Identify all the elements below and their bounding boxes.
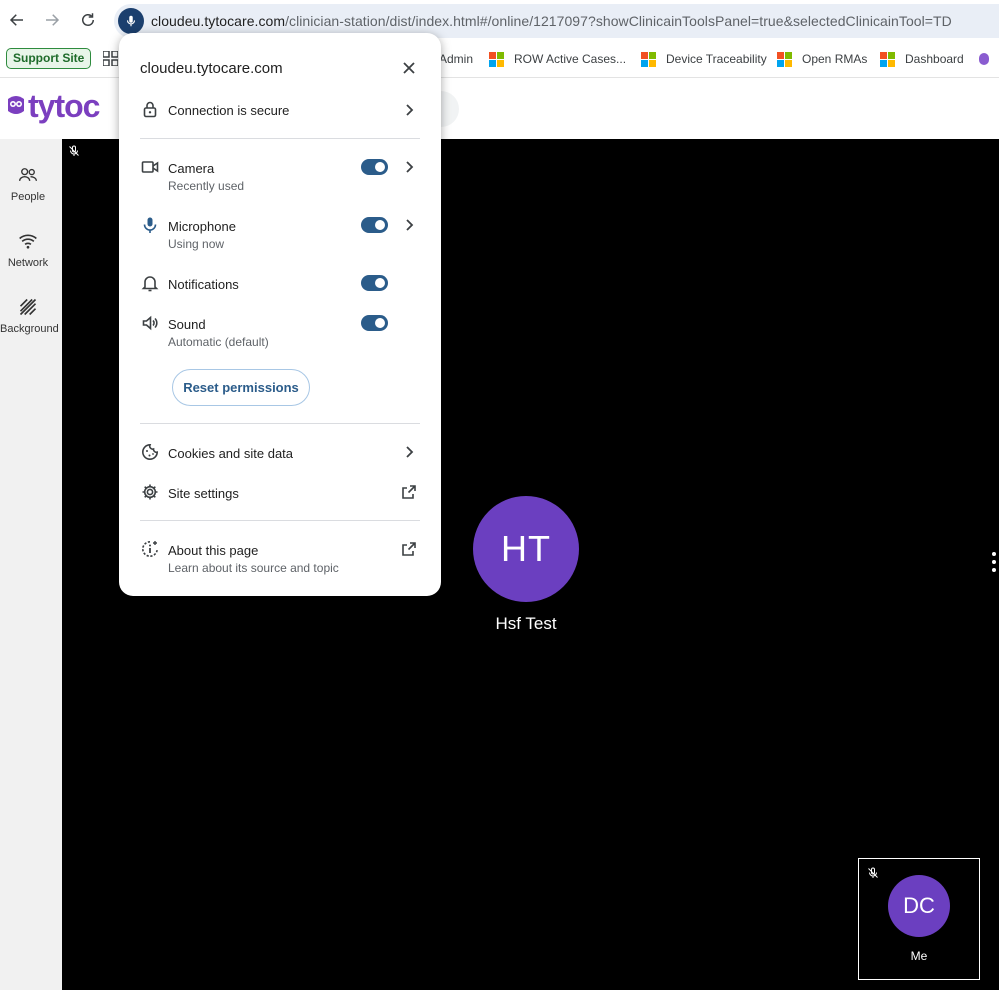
- cookies-label: Cookies and site data: [168, 446, 294, 461]
- bookmark-row-active-cases[interactable]: ROW Active Cases...: [489, 50, 626, 68]
- divider: [140, 423, 420, 424]
- more-options-icon[interactable]: [991, 552, 997, 578]
- bookmark-overflow[interactable]: [979, 50, 989, 68]
- microsoft-icon: [880, 51, 895, 67]
- divider: [140, 520, 420, 521]
- bookmark-dashboard-label: Dashboard: [905, 52, 964, 66]
- connection-row[interactable]: Connection is secure: [119, 99, 441, 121]
- microphone-icon: [143, 217, 157, 233]
- camera-permission-row[interactable]: Camera Recently used: [119, 158, 441, 194]
- participant-name: Hsf Test: [495, 614, 557, 633]
- sound-permission-row[interactable]: Sound Automatic (default): [119, 314, 441, 350]
- microsoft-icon: [641, 51, 656, 67]
- back-arrow-icon: [9, 14, 23, 26]
- microphone-permission-row[interactable]: Microphone Using now: [119, 216, 441, 252]
- bookmark-rmas-label: Open RMAs: [802, 52, 868, 66]
- open-external-icon: [402, 542, 416, 556]
- owl-logo-icon: [8, 95, 24, 114]
- about-page-row[interactable]: About this page Learn about its source a…: [119, 540, 441, 576]
- rail-item-network[interactable]: Network: [0, 231, 56, 269]
- about-info-icon: [142, 541, 158, 557]
- site-info-button[interactable]: [118, 8, 144, 34]
- camera-label: Camera: [168, 161, 215, 176]
- wifi-icon: [19, 234, 37, 249]
- site-settings-row[interactable]: Site settings: [119, 483, 441, 503]
- reset-permissions-button[interactable]: Reset permissions: [172, 369, 310, 406]
- bookmark-admin[interactable]: Admin: [439, 50, 473, 68]
- tytocare-logo: tytoc: [6, 88, 100, 125]
- reload-button[interactable]: [76, 8, 100, 32]
- bookmark-support-site[interactable]: Support Site: [6, 48, 92, 69]
- url-host: cloudeu.tytocare.com: [151, 13, 286, 29]
- camera-status: Recently used: [168, 179, 245, 193]
- mic-muted-icon: [69, 145, 79, 156]
- bookmark-device-traceability[interactable]: Device Traceability: [641, 50, 767, 68]
- tyto-bookmark-icon: [979, 53, 989, 65]
- notifications-permission-row[interactable]: Notifications: [119, 274, 441, 294]
- bookmark-device-label: Device Traceability: [666, 52, 767, 66]
- self-name: Me: [910, 949, 928, 963]
- close-icon[interactable]: [401, 60, 417, 76]
- left-rail: People Network Background: [0, 139, 62, 990]
- notifications-toggle[interactable]: [361, 275, 388, 291]
- url-path: /clinician-station/dist/index.html#/onli…: [285, 13, 952, 29]
- bookmark-admin-label: Admin: [439, 52, 474, 66]
- open-external-icon: [402, 485, 416, 499]
- rail-label-network: Network: [7, 257, 49, 269]
- cookies-row[interactable]: Cookies and site data: [119, 443, 441, 463]
- microphone-toggle[interactable]: [361, 217, 388, 233]
- popup-title: cloudeu.tytocare.com: [140, 60, 283, 77]
- url-text[interactable]: cloudeu.tytocare.com/clinician-station/d…: [151, 13, 952, 29]
- sound-label: Sound: [168, 317, 206, 332]
- gear-icon: [142, 484, 158, 500]
- apps-grid-icon[interactable]: [103, 51, 118, 66]
- bookmark-dashboard[interactable]: Dashboard: [880, 50, 964, 68]
- self-view-tile[interactable]: DC Me: [858, 858, 980, 980]
- bell-icon: [141, 276, 159, 292]
- site-info-popup: cloudeu.tytocare.com Connection is secur…: [119, 33, 441, 596]
- rail-item-background[interactable]: Background: [0, 297, 59, 335]
- microphone-icon: [126, 15, 136, 27]
- camera-toggle[interactable]: [361, 159, 388, 175]
- connection-label: Connection is secure: [168, 103, 290, 118]
- rail-label-people: People: [10, 191, 46, 203]
- microphone-label: Microphone: [168, 219, 236, 234]
- sound-toggle[interactable]: [361, 315, 388, 331]
- forward-button[interactable]: [40, 8, 64, 32]
- chevron-right-icon[interactable]: [402, 218, 416, 232]
- microsoft-icon: [489, 51, 504, 67]
- microphone-status: Using now: [168, 237, 225, 251]
- chevron-right-icon: [406, 104, 414, 116]
- lock-icon: [143, 101, 157, 118]
- logo-text: tytoc: [28, 88, 100, 124]
- cookie-icon: [142, 443, 159, 460]
- divider: [140, 138, 420, 139]
- chevron-right-icon[interactable]: [402, 160, 416, 174]
- forward-arrow-icon: [46, 14, 60, 26]
- about-page-sub: Learn about its source and topic: [168, 561, 339, 575]
- about-page-label: About this page: [168, 543, 259, 558]
- background-icon: [19, 298, 37, 316]
- bookmark-open-rmas[interactable]: Open RMAs: [777, 50, 867, 68]
- back-button[interactable]: [5, 8, 29, 32]
- notifications-label: Notifications: [168, 277, 239, 292]
- self-avatar: DC: [888, 875, 950, 937]
- bookmark-row-label: ROW Active Cases...: [514, 52, 627, 66]
- rail-item-people[interactable]: People: [0, 165, 56, 203]
- speaker-icon: [142, 315, 158, 331]
- camera-icon: [141, 161, 159, 173]
- people-icon: [19, 168, 37, 181]
- participant-avatar: HT: [473, 496, 579, 602]
- site-settings-label: Site settings: [168, 486, 239, 501]
- microsoft-icon: [777, 51, 792, 67]
- chevron-right-icon: [406, 446, 414, 458]
- rail-label-background: Background: [0, 323, 59, 335]
- sound-status: Automatic (default): [168, 335, 269, 349]
- reload-icon: [82, 13, 94, 26]
- self-mic-muted-icon: [868, 867, 878, 878]
